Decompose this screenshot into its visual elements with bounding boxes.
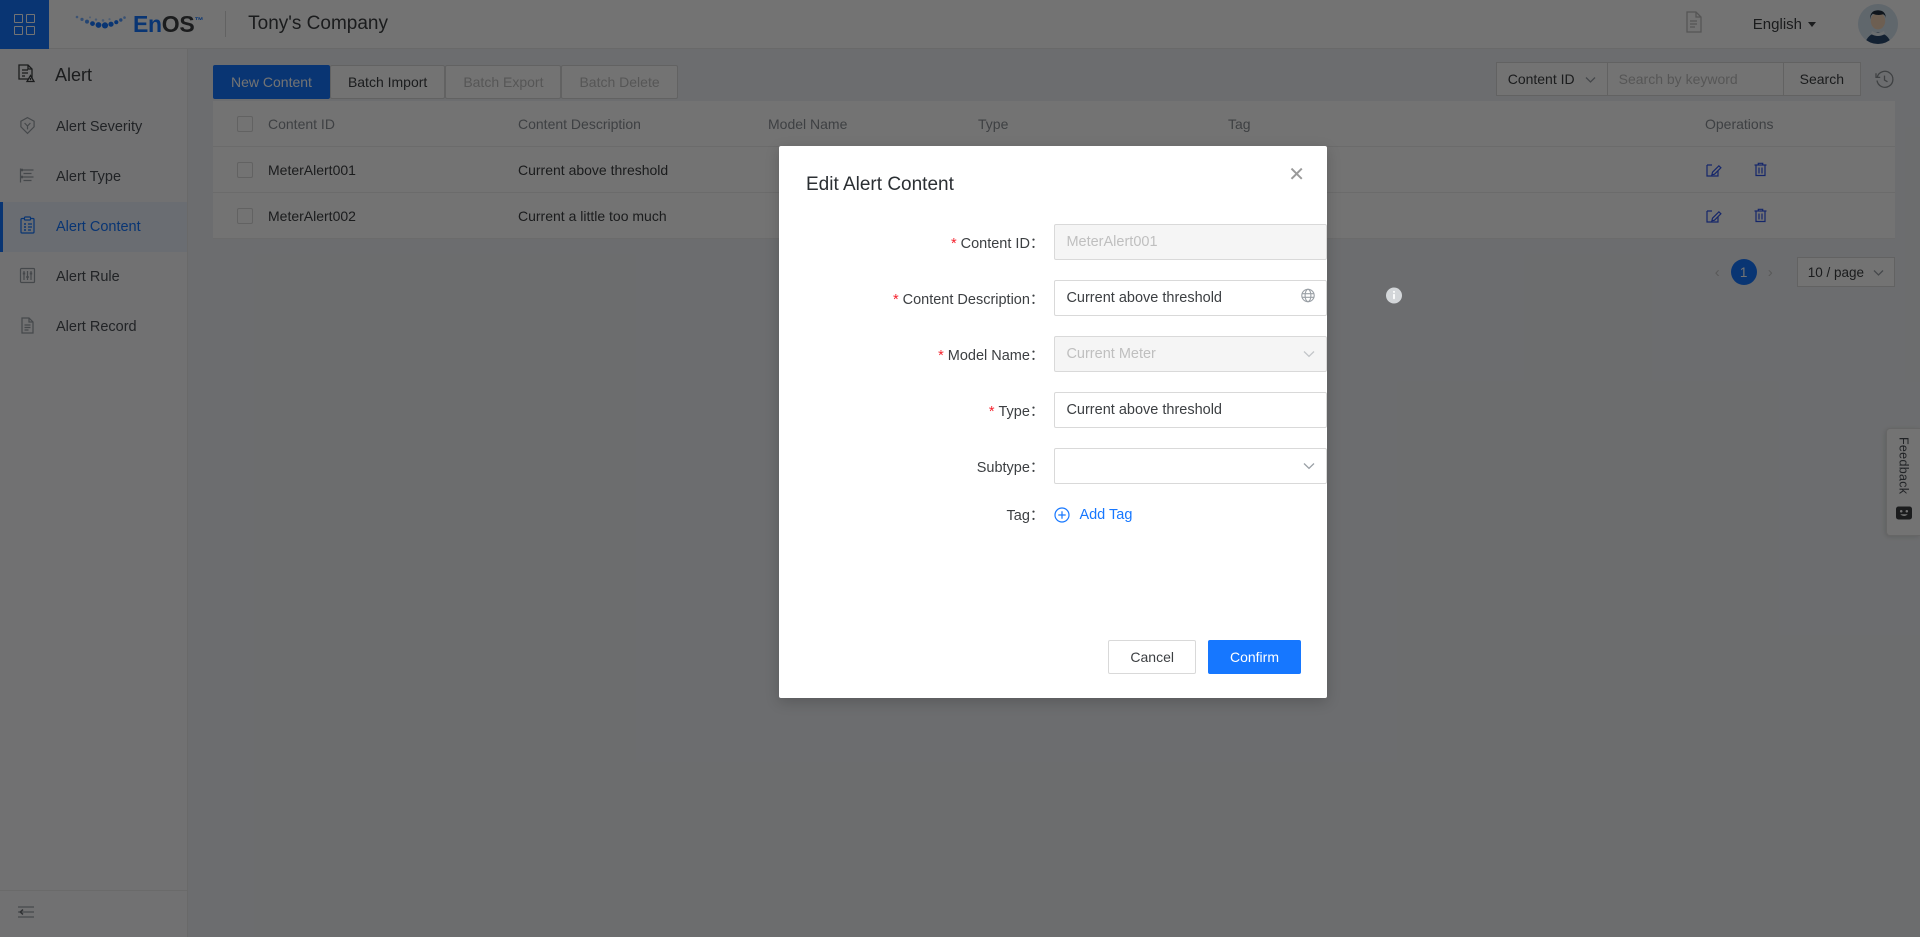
chevron-down-icon <box>1303 458 1315 474</box>
field-model-name: *Model Name： Current Meter <box>779 336 1327 372</box>
i18n-globe-icon[interactable] <box>1300 288 1316 309</box>
chevron-down-icon <box>1303 346 1315 362</box>
modal-form: *Content ID： *Content Description： <box>779 196 1327 525</box>
subtype-select[interactable] <box>1054 448 1327 484</box>
confirm-button[interactable]: Confirm <box>1208 640 1301 674</box>
label-text: Type： <box>999 404 1045 420</box>
close-x-icon[interactable]: ✕ <box>1288 165 1305 185</box>
edit-alert-content-modal: Edit Alert Content ✕ *Content ID： *Conte… <box>779 146 1327 698</box>
model-name-value: Current Meter <box>1066 346 1155 362</box>
label-tag: Tag： <box>779 504 1054 525</box>
label-subtype: Subtype： <box>779 456 1054 477</box>
label-content-id: *Content ID： <box>779 232 1054 253</box>
required-asterisk: * <box>989 404 995 420</box>
field-content-id: *Content ID： <box>779 224 1327 260</box>
required-asterisk: * <box>938 348 944 364</box>
label-text: Content Description： <box>903 292 1045 308</box>
label-content-description: *Content Description： <box>779 288 1054 309</box>
content-description-input[interactable] <box>1054 280 1327 316</box>
add-tag-button[interactable]: Add Tag <box>1054 507 1327 523</box>
required-asterisk: * <box>893 292 899 308</box>
label-text: Subtype： <box>977 460 1045 476</box>
label-text: Tag： <box>1007 508 1045 524</box>
modal-footer: Cancel Confirm <box>1108 640 1301 674</box>
cancel-button[interactable]: Cancel <box>1108 640 1196 674</box>
required-asterisk: * <box>951 236 957 252</box>
field-subtype: Subtype： <box>779 448 1327 484</box>
field-tag: Tag： Add Tag <box>779 504 1327 525</box>
info-circle-icon[interactable] <box>1386 288 1402 309</box>
field-type: *Type： <box>779 392 1327 428</box>
model-name-select: Current Meter <box>1054 336 1327 372</box>
label-text: Model Name： <box>948 348 1045 364</box>
field-content-description: *Content Description： <box>779 280 1327 316</box>
modal-title: Edit Alert Content <box>779 146 1327 196</box>
label-model-name: *Model Name： <box>779 344 1054 365</box>
add-tag-label: Add Tag <box>1079 507 1132 523</box>
type-input[interactable] <box>1054 392 1327 428</box>
label-text: Content ID： <box>961 236 1045 252</box>
plus-circle-icon <box>1054 507 1070 523</box>
label-type: *Type： <box>779 400 1054 421</box>
content-id-input <box>1054 224 1327 260</box>
